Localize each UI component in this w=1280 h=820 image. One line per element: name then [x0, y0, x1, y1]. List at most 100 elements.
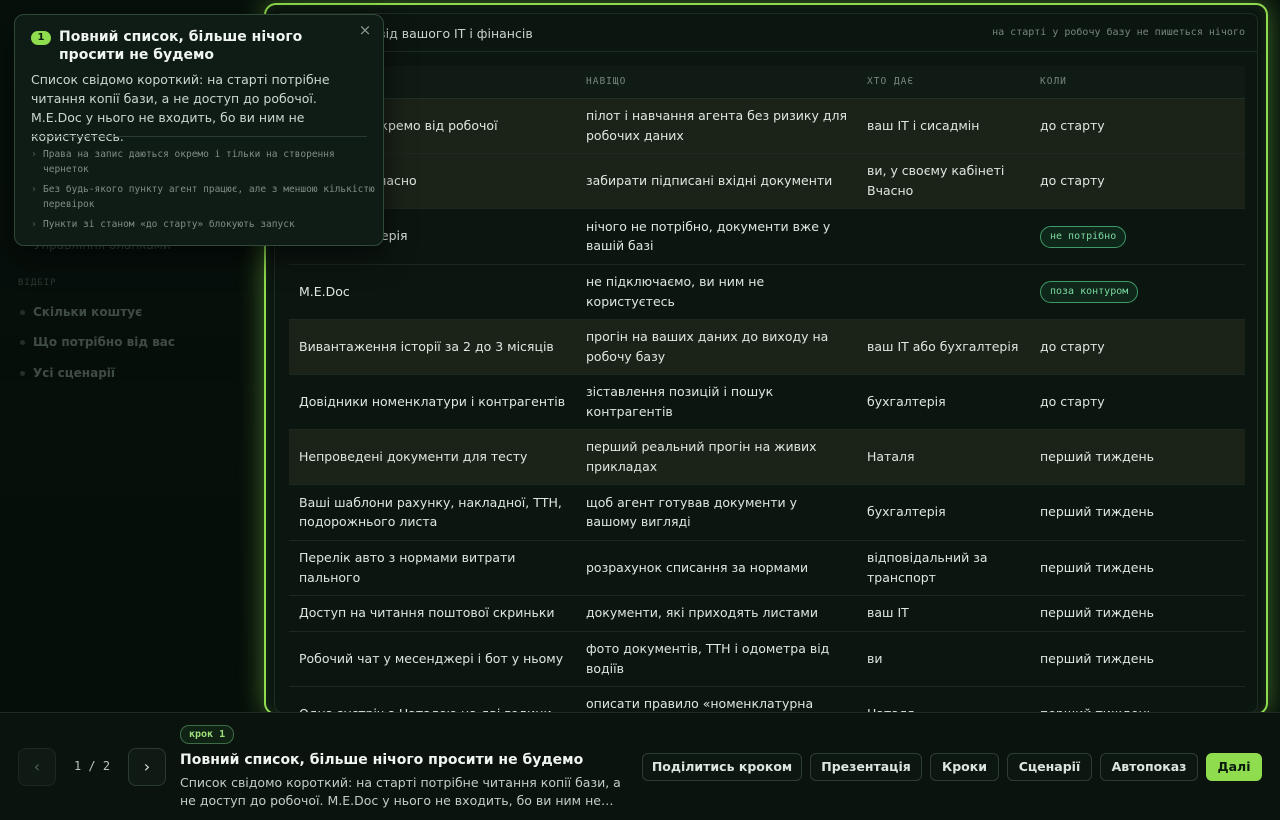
chevron-right-icon: › — [31, 219, 37, 230]
scenarios-button[interactable]: Сценарії — [1007, 753, 1092, 781]
sidebar-section-label: ВІДБІР — [18, 278, 57, 288]
sidebar-item-label: Усі сценарії — [33, 366, 116, 380]
requirements-panel: Що потрібно від вашого IT і фінансів на … — [264, 3, 1268, 715]
step-title: Повний список, більше нічого просити не … — [180, 752, 584, 768]
next-step-arrow-button[interactable]: › — [128, 748, 166, 786]
popover-title: Повний список, більше нічого просити не … — [59, 29, 303, 63]
popover-bullet-text: Пункти зі станом «до старту» блокують за… — [43, 219, 295, 230]
table-row: Доступ до Вчаснозабирати підписані вхідн… — [289, 153, 1245, 209]
popover-bullet: › Без будь-якого пункту агент працює, але… — [31, 182, 375, 212]
cell-who — [857, 208, 1030, 265]
cell-when: не потрібно — [1030, 208, 1245, 265]
cell-when: поза контуром — [1030, 264, 1245, 320]
presentation-button[interactable]: Презентація — [810, 753, 922, 781]
table-row: Копія бази окремо від робочої пілот і нав… — [289, 98, 1245, 154]
cell-why: пілот і навчання агента без ризику для р… — [576, 98, 857, 154]
column-header-when: КОЛИ — [1030, 66, 1245, 99]
cell-what: M.E.Doc — [289, 264, 576, 320]
table-row: BAS Бухгалтеріянічого не потрібно, докум… — [289, 208, 1245, 265]
sidebar-item-cost[interactable]: Скільки коштує — [20, 305, 142, 319]
table-row: Непроведені документи для тесту перший ре… — [289, 429, 1245, 485]
bullet-icon — [20, 340, 25, 345]
cell-when: перший тиждень — [1030, 595, 1245, 632]
cell-what: Непроведені документи для тесту — [289, 429, 576, 485]
cell-why: нічого не потрібно, документи вже у ваші… — [576, 208, 857, 265]
cell-why: зіставлення позицій і пошук контрагентів — [576, 374, 857, 430]
cell-who: ви — [857, 631, 1030, 687]
cell-what: Доступ на читання поштової скриньки — [289, 595, 576, 632]
table-row: Робочий чат у месенджері і бот у ньому фо… — [289, 631, 1245, 687]
tour-bottom-bar: ‹ 1 / 2 › крок 1 Повний список, більше н… — [0, 712, 1280, 820]
cell-what: Довідники номенклатури і контрагентів — [289, 374, 576, 430]
cell-why: розрахунок списання за нормами — [576, 540, 857, 596]
cell-what: Перелік авто з нормами витрати пального — [289, 540, 576, 596]
next-button[interactable]: Далі — [1206, 753, 1262, 781]
popover-bullet: › Пункти зі станом «до старту» блокують з… — [31, 217, 375, 232]
cell-who: ваш IT або бухгалтерія — [857, 319, 1030, 375]
cell-why: прогін на ваших даних до виходу на робоч… — [576, 319, 857, 375]
requirements-card: Що потрібно від вашого IT і фінансів на … — [274, 13, 1258, 713]
table-header-row: ЩО НАВІЩО ХТО ДАЄ КОЛИ — [289, 66, 1245, 99]
sidebar-item-scenarios[interactable]: Усі сценарії — [20, 366, 115, 380]
cell-who: ви, у своєму кабінеті Вчасно — [857, 153, 1030, 209]
panel-note: на старті у робочу базу не пишеться нічо… — [992, 27, 1245, 38]
cell-when: до старту — [1030, 319, 1245, 375]
panel-header: Що потрібно від вашого IT і фінансів на … — [275, 14, 1257, 52]
cell-who: бухгалтерія — [857, 374, 1030, 430]
chevron-right-icon: › — [31, 149, 37, 160]
step-tag: крок 1 — [180, 725, 235, 744]
autoplay-button[interactable]: Автопоказ — [1100, 753, 1198, 781]
step-popover: 1 Повний список, більше нічого просити н… — [14, 14, 384, 246]
cell-what: Ваші шаблони рахунку, накладної, ТТН, по… — [289, 484, 576, 541]
cell-who — [857, 264, 1030, 320]
step-number-badge: 1 — [31, 31, 51, 45]
table-row: Перелік авто з нормами витрати пального р… — [289, 540, 1245, 596]
cell-who: бухгалтерія — [857, 484, 1030, 541]
table-row: Вивантаження історії за 2 до 3 місяців пр… — [289, 319, 1245, 375]
cell-when: перший тиждень — [1030, 686, 1245, 712]
cell-why: фото документів, ТТН і одометра від воді… — [576, 631, 857, 687]
popover-bullet-text: Без будь-якого пункту агент працює, але … — [43, 184, 375, 210]
bullet-icon — [20, 371, 25, 376]
step-description: Список свідомо короткий: на старті потрі… — [180, 775, 621, 808]
prev-step-button[interactable]: ‹ — [18, 748, 56, 786]
cell-when: до старту — [1030, 374, 1245, 430]
table-row: Одна зустріч з Наталею на дві годиниопис… — [289, 686, 1245, 712]
cell-what: Вивантаження історії за 2 до 3 місяців — [289, 319, 576, 375]
popover-bullet-text: Права на запис даються окремо і тільки н… — [43, 149, 335, 175]
sidebar-item-label: Що потрібно від вас — [33, 335, 175, 349]
sidebar-item-requirements[interactable]: Що потрібно від вас — [20, 335, 175, 349]
cell-who: Наталя — [857, 429, 1030, 485]
cell-why: щоб агент готував документи у вашому виг… — [576, 484, 857, 541]
cell-when: перший тиждень — [1030, 429, 1245, 485]
cell-what: Робочий чат у месенджері і бот у ньому — [289, 631, 576, 687]
popover-body: Список свідомо короткий: на старті потрі… — [31, 72, 330, 144]
cell-who: Наталя — [857, 686, 1030, 712]
cell-when: до старту — [1030, 153, 1245, 209]
share-step-button[interactable]: Поділитись кроком — [642, 753, 802, 781]
cell-when: перший тиждень — [1030, 631, 1245, 687]
sidebar-item-label: Скільки коштує — [33, 305, 143, 319]
cell-who: ваш IT — [857, 595, 1030, 632]
chevron-right-icon: › — [31, 184, 37, 195]
cell-why: документи, які приходять листами — [576, 595, 857, 632]
close-icon[interactable]: × — [357, 21, 373, 39]
table-row: Доступ на читання поштової скриньки докум… — [289, 595, 1245, 632]
cell-when: перший тиждень — [1030, 484, 1245, 541]
cell-why: забирати підписані вхідні документи — [576, 153, 857, 209]
bullet-icon — [20, 310, 25, 315]
cell-who: відповідальний за транспорт — [857, 540, 1030, 596]
popover-divider — [31, 136, 367, 137]
cell-who: ваш IT і сисадмін — [857, 98, 1030, 154]
status-badge: поза контуром — [1040, 281, 1139, 303]
cell-why: перший реальний прогін на живих приклада… — [576, 429, 857, 485]
table-row: M.E.Doc не підключаємо, ви ним не користу… — [289, 264, 1245, 320]
table-row: Ваші шаблони рахунку, накладної, ТТН, по… — [289, 484, 1245, 541]
steps-button[interactable]: Кроки — [930, 753, 999, 781]
cell-when: до старту — [1030, 98, 1245, 154]
cell-what: Одна зустріч з Наталею на дві години — [289, 686, 576, 712]
table-row: Довідники номенклатури і контрагентів зіс… — [289, 374, 1245, 430]
popover-bullets: › Права на запис даються окремо і тільки … — [31, 147, 375, 237]
status-badge: не потрібно — [1040, 225, 1127, 248]
cell-why: не підключаємо, ви ним не користуєтесь — [576, 264, 857, 320]
